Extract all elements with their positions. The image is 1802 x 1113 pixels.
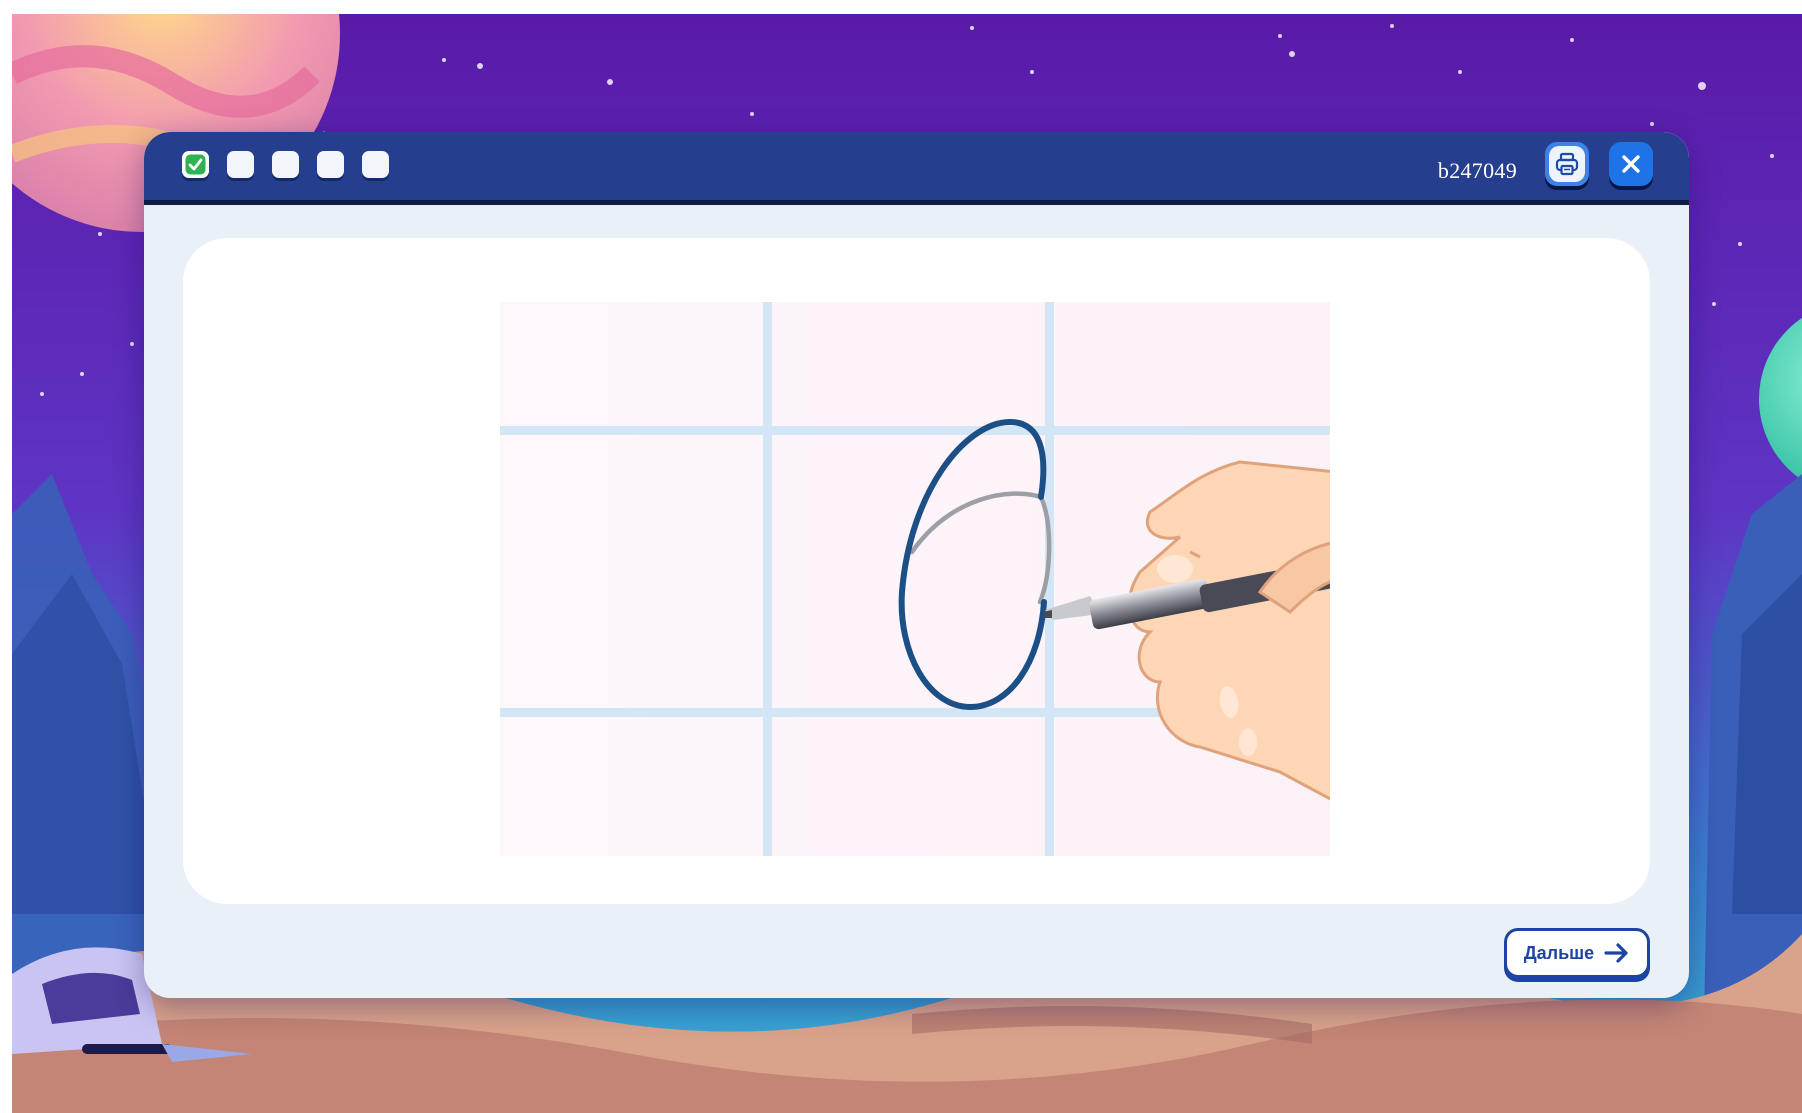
next-button[interactable]: Дальше — [1504, 928, 1650, 978]
close-button[interactable] — [1609, 142, 1653, 186]
window-header: b247049 — [144, 132, 1689, 205]
progress-step-4 — [317, 151, 344, 178]
arrow-right-icon — [1604, 943, 1628, 963]
exercise-window: b247049 Дальше — [144, 132, 1689, 998]
print-button[interactable] — [1545, 142, 1589, 186]
printer-icon — [1555, 152, 1579, 176]
progress-steps — [182, 151, 389, 178]
checkmark-icon — [185, 154, 206, 175]
close-icon — [1622, 155, 1640, 173]
task-id: b247049 — [1437, 158, 1517, 183]
progress-step-5 — [362, 151, 389, 178]
digit-writing-illustration — [500, 302, 1330, 856]
progress-step-3 — [272, 151, 299, 178]
next-button-label: Дальше — [1523, 942, 1595, 963]
exercise-card — [183, 238, 1650, 904]
progress-step-2 — [227, 151, 254, 178]
progress-step-1 — [182, 151, 209, 178]
